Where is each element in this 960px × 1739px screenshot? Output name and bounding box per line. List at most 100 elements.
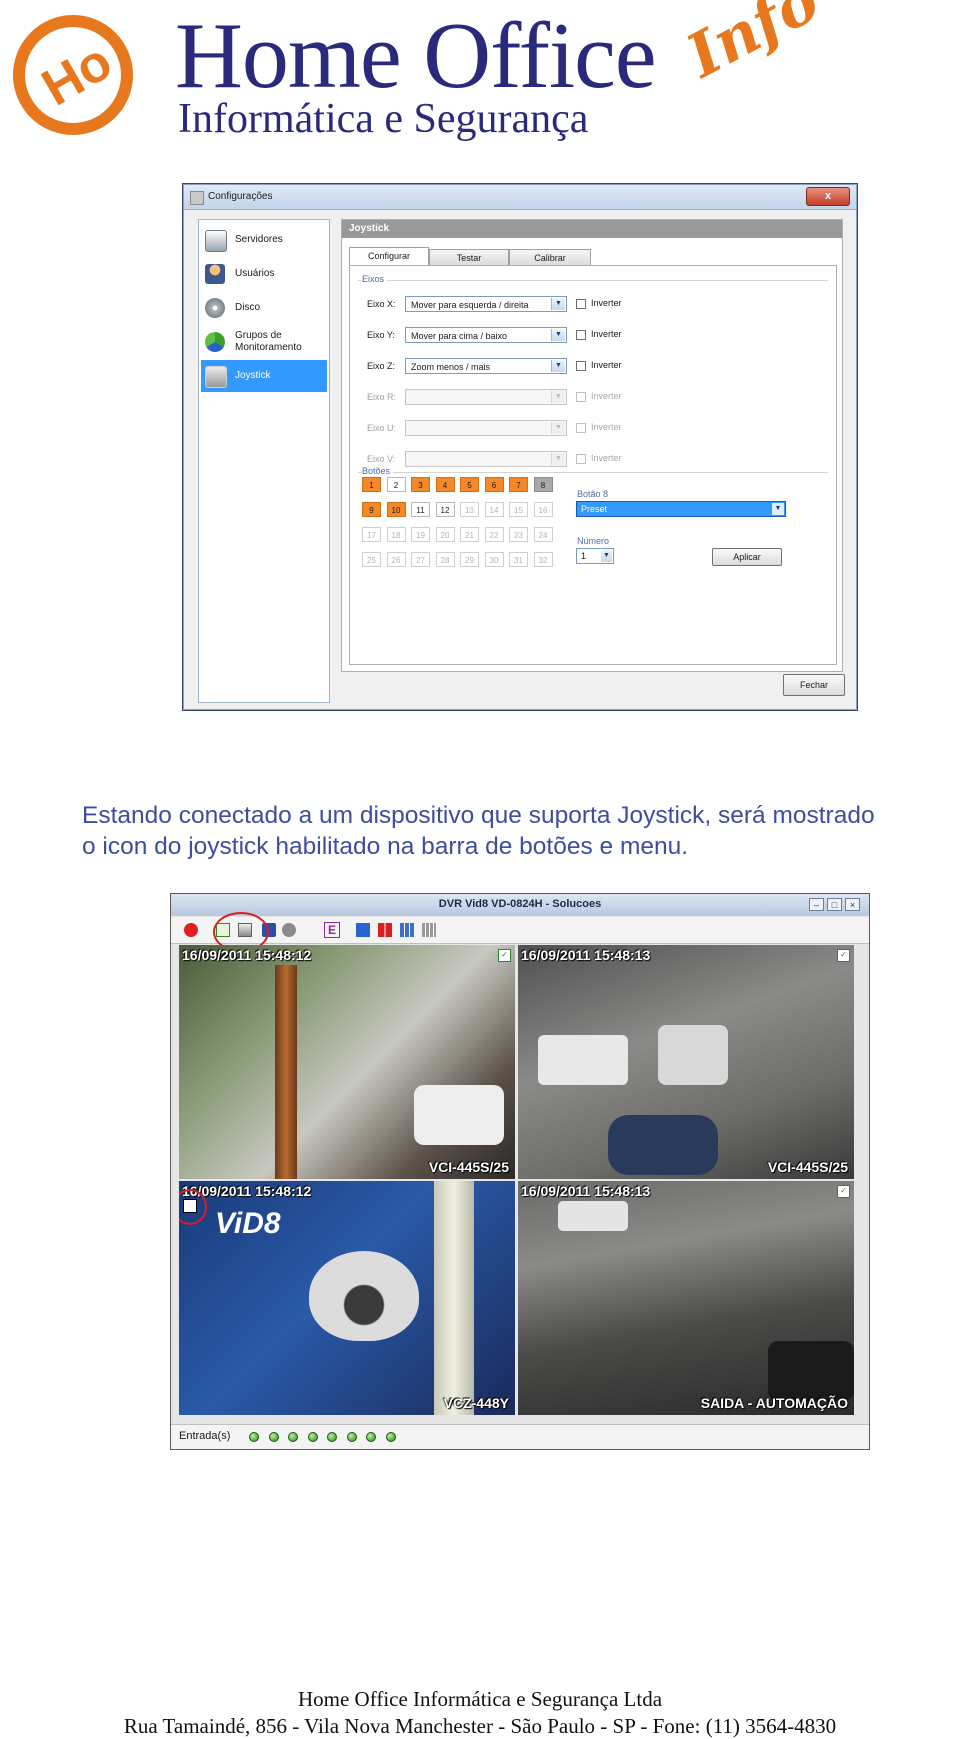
sidebar-item-disco[interactable]: Disco <box>201 292 327 324</box>
axis-select[interactable]: Zoom menos / mais ▼ <box>405 358 567 374</box>
sidebar-item-servidores[interactable]: Servidores <box>201 224 327 256</box>
sidebar-item-label: Usuários <box>235 268 275 279</box>
joystick-button-cell[interactable]: 26 <box>386 552 406 567</box>
axis-select[interactable]: Mover para esquerda / direita ▼ <box>405 296 567 312</box>
joystick-button-cell[interactable]: 8 <box>533 477 553 492</box>
close-icon[interactable]: × <box>845 898 860 911</box>
joystick-button-cell[interactable]: 11 <box>411 502 430 517</box>
sidebar-item-usuarios[interactable]: Usuários <box>201 258 327 290</box>
tab-calibrar[interactable]: Calibrar <box>509 249 591 265</box>
camera-tile[interactable]: 16/09/2011 15:48:13 ✓ SAIDA - AUTOMAÇÃO <box>518 1181 854 1415</box>
server-icon <box>205 230 227 252</box>
joystick-button-cell[interactable]: 29 <box>460 552 479 567</box>
joystick-button-cell[interactable]: 15 <box>509 502 528 517</box>
joystick-button-cell[interactable]: 22 <box>484 527 504 542</box>
axis-select[interactable]: ▼ <box>405 389 567 405</box>
joystick-button-cell[interactable]: 31 <box>509 552 528 567</box>
invert-checkbox[interactable] <box>576 454 586 464</box>
dvr-titlebar: DVR Vid8 VD-0824H - Solucoes – □ × <box>171 894 869 916</box>
config-window: Configurações x Servidores Usuários Disc… <box>183 184 857 710</box>
minimize-icon[interactable]: – <box>809 898 824 911</box>
invert-checkbox[interactable] <box>576 392 586 402</box>
joystick-button-cell[interactable]: 1 <box>362 477 381 492</box>
axis-select[interactable]: Mover para cima / baixo ▼ <box>405 327 567 343</box>
joystick-button-cell[interactable]: 23 <box>509 527 528 542</box>
invert-checkbox[interactable] <box>576 423 586 433</box>
joystick-button-cell[interactable]: 19 <box>411 527 430 542</box>
axis-select[interactable]: ▼ <box>405 420 567 436</box>
joystick-button-cell[interactable]: 14 <box>484 502 504 517</box>
invert-label: Inverter <box>591 391 622 401</box>
layout-9-icon[interactable] <box>400 923 414 937</box>
joystick-button-cell[interactable]: 9 <box>362 502 381 517</box>
action-select[interactable]: Preset ▼ <box>576 501 786 517</box>
camera-tile[interactable]: ViD8 16/09/2011 15:48:12 VCZ-448Y <box>179 1181 515 1415</box>
joystick-button-cell[interactable]: 4 <box>435 477 455 492</box>
aplicar-button[interactable]: Aplicar <box>712 548 782 566</box>
joystick-button-cell[interactable]: 25 <box>362 552 381 567</box>
panel-title: Joystick <box>342 220 842 238</box>
camera-tile[interactable]: 16/09/2011 15:48:12 ✓ VCI-445S/25 <box>179 945 515 1179</box>
chevron-down-icon: ▼ <box>551 329 565 341</box>
invert-label: Inverter <box>591 298 622 308</box>
logo-script: Info <box>676 0 831 92</box>
maximize-icon[interactable]: □ <box>827 898 842 911</box>
sidebar-item-label: Servidores <box>235 234 283 245</box>
joystick-button-cell[interactable]: 7 <box>509 477 528 492</box>
tab-body: Eixos Eixo X: Mover para esquerda / direi… <box>349 265 837 665</box>
dvr-toolbar: E <box>171 912 869 952</box>
joystick-button-cell[interactable]: 10 <box>386 502 406 517</box>
joystick-button-cell[interactable]: 17 <box>362 527 381 542</box>
joystick-button-cell[interactable]: 27 <box>411 552 430 567</box>
axis-select-value: Mover para cima / baixo <box>411 331 508 341</box>
eixos-divider <box>358 280 828 281</box>
sidebar-item-joystick[interactable]: Joystick <box>201 360 327 392</box>
chevron-down-icon: ▼ <box>551 391 565 403</box>
invert-label: Inverter <box>591 329 622 339</box>
camera-name: SAIDA - AUTOMAÇÃO <box>700 1395 848 1411</box>
groups-icon <box>205 332 225 352</box>
fechar-button[interactable]: Fechar <box>783 674 845 696</box>
axis-label: Eixo Y: <box>367 330 395 340</box>
input-led-icon <box>288 1432 298 1442</box>
tab-configurar[interactable]: Configurar <box>349 247 429 265</box>
tab-testar[interactable]: Testar <box>429 249 509 265</box>
layout-16-icon[interactable] <box>422 923 436 937</box>
invert-checkbox[interactable] <box>576 299 586 309</box>
axis-select[interactable]: ▼ <box>405 451 567 467</box>
joystick-button-cell[interactable]: 32 <box>533 552 553 567</box>
joystick-button-cell[interactable]: 24 <box>533 527 553 542</box>
footer-company: Home Office Informática e Segurança Ltda <box>297 1687 663 1711</box>
invert-checkbox[interactable] <box>576 330 586 340</box>
layout-1-icon[interactable] <box>356 923 370 937</box>
joystick-button-cell[interactable]: 28 <box>435 552 455 567</box>
joystick-button-cell[interactable]: 12 <box>435 502 455 517</box>
joystick-button-cell[interactable]: 3 <box>411 477 430 492</box>
close-icon[interactable]: x <box>806 187 850 206</box>
event-icon[interactable]: E <box>324 922 340 938</box>
chevron-down-icon: ▼ <box>601 550 612 562</box>
joystick-button-cell[interactable]: 21 <box>460 527 479 542</box>
joystick-button-cell[interactable]: 20 <box>435 527 455 542</box>
sidebar-item-grupos[interactable]: Grupos de Monitoramento <box>201 326 327 358</box>
sidebar-item-label: Joystick <box>235 370 271 381</box>
logo-title: Home Office <box>175 4 657 108</box>
joystick-panel: Joystick Configurar Testar Calibrar Eixo… <box>341 219 843 672</box>
car-shape <box>768 1341 854 1401</box>
joystick-button-cell[interactable]: 13 <box>460 502 479 517</box>
joystick-button-cell[interactable]: 16 <box>533 502 553 517</box>
joystick-button-cell[interactable]: 30 <box>484 552 504 567</box>
numero-select[interactable]: 1 ▼ <box>576 548 614 564</box>
joystick-button-cell[interactable]: 2 <box>386 477 406 492</box>
camera-name: VCI-445S/25 <box>428 1159 509 1175</box>
layout-4-icon[interactable] <box>378 923 392 937</box>
refresh-icon[interactable] <box>282 923 296 937</box>
camera-name: VCI-445S/25 <box>767 1159 848 1175</box>
invert-label: Inverter <box>591 453 622 463</box>
joystick-button-cell[interactable]: 18 <box>386 527 406 542</box>
joystick-button-cell[interactable]: 5 <box>460 477 479 492</box>
camera-tile[interactable]: 16/09/2011 15:48:13 ✓ VCI-445S/25 <box>518 945 854 1179</box>
record-icon[interactable] <box>184 923 198 937</box>
invert-checkbox[interactable] <box>576 361 586 371</box>
joystick-button-cell[interactable]: 6 <box>484 477 504 492</box>
